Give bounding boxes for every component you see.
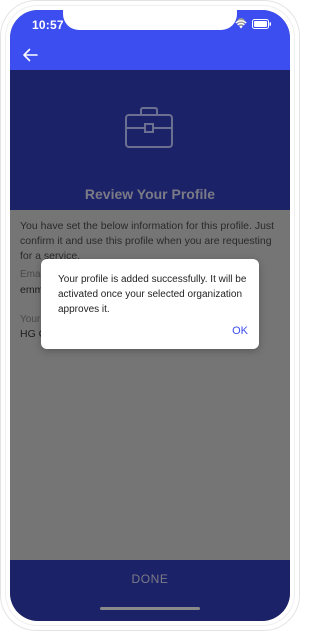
device-notch: [63, 10, 245, 30]
email-value: emm: [20, 284, 44, 296]
briefcase-icon: [123, 106, 175, 150]
battery-icon: [252, 19, 272, 29]
success-dialog: Your profile is added successfully. It w…: [41, 259, 259, 349]
app-screen: 10:57 Review Your Profile You have set t…: [10, 10, 290, 621]
organization-label: Your: [20, 314, 41, 325]
home-indicator: [100, 607, 200, 610]
status-icons: [235, 19, 272, 29]
status-bar: 10:57: [10, 10, 290, 40]
phone-frame: 10:57 Review Your Profile You have set t…: [0, 0, 300, 631]
app-header: [10, 40, 290, 70]
intro-text: You have set the below information for t…: [20, 220, 275, 262]
arrow-left-icon[interactable]: [22, 48, 38, 62]
wifi-icon: [235, 19, 247, 29]
done-button[interactable]: DONE: [10, 560, 290, 598]
ok-button[interactable]: OK: [230, 323, 250, 339]
email-label: Ema: [20, 269, 41, 280]
footer-bar: DONE: [10, 560, 290, 621]
hero-section: Review Your Profile: [10, 70, 290, 210]
page-title: Review Your Profile: [84, 186, 216, 202]
status-time: 10:57: [32, 18, 64, 32]
dialog-message: Your profile is added successfully. It w…: [58, 274, 247, 315]
